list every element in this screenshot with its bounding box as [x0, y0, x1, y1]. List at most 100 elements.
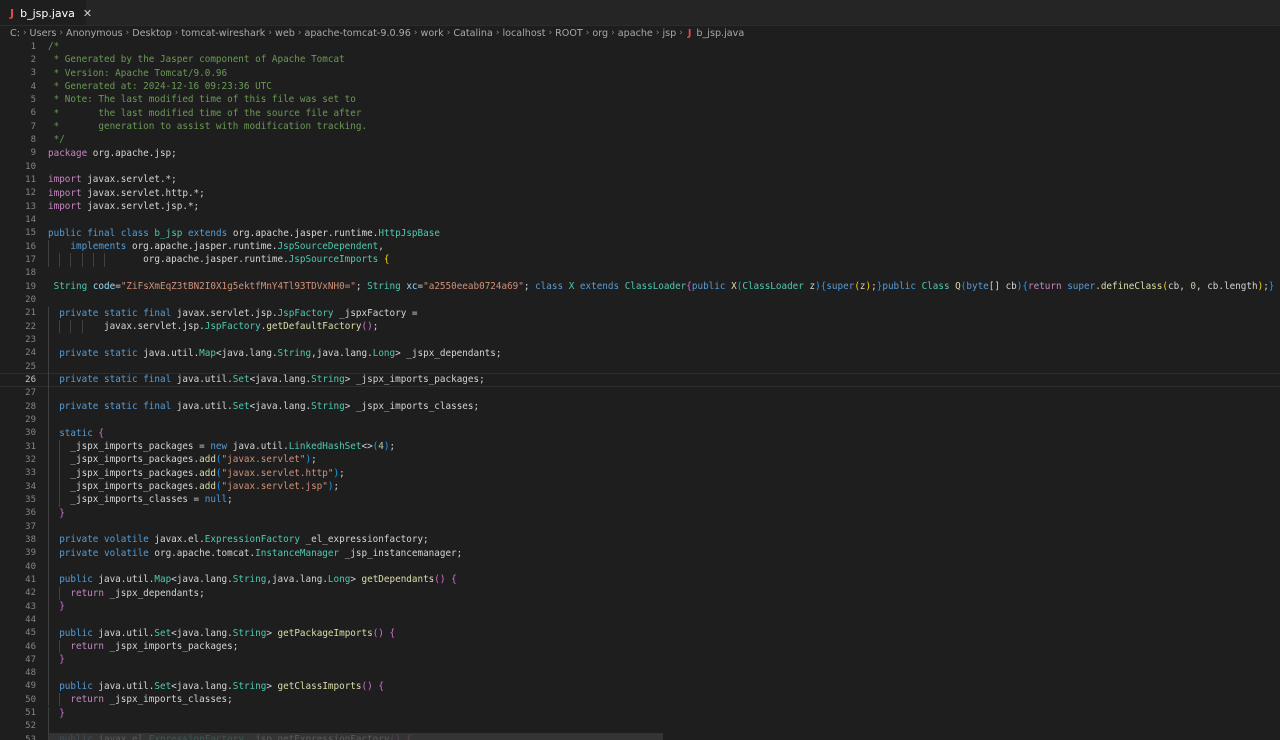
code-line[interactable]: 26 private static final java.util. Set <ja… [0, 373, 1280, 387]
code-line[interactable]: 27 [0, 386, 1280, 400]
code-line[interactable]: 32 _jspx_imports_packages. add("javax.ser… [0, 453, 1280, 467]
breadcrumb-item[interactable]: Catalina [453, 28, 493, 39]
line-number: 35 [25, 494, 36, 505]
line-number: 46 [25, 641, 36, 652]
code-line[interactable]: 42 return _jspx_dependants; [0, 586, 1280, 600]
code-token: HttpJspBase [378, 227, 440, 239]
breadcrumb-file[interactable]: b_jsp.java [696, 28, 744, 39]
code-line[interactable]: 21 private static final javax.servlet.js… [0, 306, 1280, 320]
code-line[interactable]: 1 /* [0, 40, 1280, 53]
code-line[interactable]: 49 public java.util. Set <java.lang. String… [0, 679, 1280, 694]
code-token: final [143, 307, 172, 319]
breadcrumb-item[interactable]: Anonymous [66, 28, 123, 39]
line-number: 22 [25, 321, 36, 332]
code-line[interactable]: 25 [0, 359, 1280, 374]
line-number: 38 [25, 534, 36, 545]
tab-b-jsp-java[interactable]: J b_jsp.java ✕ [0, 0, 92, 25]
breadcrumb-item[interactable]: C: [10, 28, 20, 39]
code-line[interactable]: 39 private volatile org.apache.tomcat. In… [0, 546, 1280, 560]
breadcrumb-item[interactable]: ROOT [555, 28, 583, 39]
code-line[interactable]: 50 return _jspx_imports_classes; [0, 693, 1280, 707]
code-line[interactable]: 24 private static java.util. Map <java.lan… [0, 346, 1280, 360]
breadcrumb-item[interactable]: tomcat-wireshark [181, 28, 265, 39]
code-line[interactable]: 13 import javax.servlet.jsp.*; [0, 200, 1280, 213]
code-token: * Note: The last modified time of this f… [48, 94, 356, 106]
code-line[interactable]: 40 [0, 559, 1280, 574]
code-line[interactable]: 10 [0, 160, 1280, 173]
breadcrumb-item[interactable]: jsp [662, 28, 676, 39]
breadcrumb-item[interactable]: Desktop [132, 28, 172, 39]
code-line[interactable]: 36 } [0, 506, 1280, 520]
code-token: javax.servlet.http.*; [81, 187, 205, 199]
code-line[interactable]: 34 _jspx_imports_packages. add("javax.ser… [0, 479, 1280, 494]
code-line[interactable]: 48 [0, 666, 1280, 680]
breadcrumb-item[interactable]: work [420, 28, 443, 39]
code-text: org.apache.jasper.runtime. JspSourceImpor… [48, 253, 389, 266]
code-line[interactable]: 5 * Note: The last modified time of this… [0, 93, 1280, 106]
code-line[interactable]: 4 * Generated at: 2024-12-16 09:23:36 UT… [0, 80, 1280, 93]
breadcrumb-item[interactable]: web [275, 28, 295, 39]
breadcrumb-item[interactable]: Users [30, 28, 57, 39]
code-line[interactable]: 37 [0, 519, 1280, 534]
line-number: 49 [25, 681, 36, 692]
code-line[interactable]: 52 [0, 719, 1280, 734]
code-line[interactable]: 51 } [0, 706, 1280, 720]
code-line[interactable]: 35 _jspx_imports_classes = null; [0, 493, 1280, 507]
close-icon[interactable]: ✕ [83, 7, 92, 20]
horizontal-scrollbar[interactable] [48, 733, 663, 740]
code-line[interactable]: 47 } [0, 653, 1280, 667]
code-line[interactable]: 43 } [0, 599, 1280, 614]
line-number: 12 [25, 188, 36, 199]
code-line[interactable]: 18 [0, 267, 1280, 280]
code-line[interactable]: 31 _jspx_imports_packages = new java.uti… [0, 439, 1280, 454]
code-token: _jspxFactory = [333, 307, 418, 319]
breadcrumb-item[interactable]: apache [618, 28, 653, 39]
breadcrumb-item[interactable]: org [592, 28, 608, 39]
code-token: * the last modified time of the source f… [48, 107, 362, 119]
code-line[interactable]: 14 [0, 213, 1280, 226]
code-text: private static final java.util. Set <java.… [48, 373, 484, 386]
code-line[interactable]: 44 [0, 613, 1280, 627]
code-line[interactable]: 38 private volatile javax.el. ExpressionF… [0, 533, 1280, 547]
code-token: extends [579, 281, 620, 293]
indent-guide [48, 559, 49, 574]
code-line[interactable]: 6 * the last modified time of the source… [0, 107, 1280, 120]
code-line[interactable]: 11 import javax.servlet.*; [0, 173, 1280, 186]
code-token: { [98, 427, 105, 439]
code-line[interactable]: 20 [0, 293, 1280, 306]
code-line[interactable]: 23 [0, 333, 1280, 347]
line-number: 23 [25, 334, 36, 345]
code-line[interactable]: 28 private static final java.util. Set <ja… [0, 399, 1280, 414]
code-token: { [378, 680, 384, 692]
code-line[interactable]: 41 public java.util. Map <java.lang. String… [0, 573, 1280, 587]
code-token: _jspx_imports_classes; [103, 694, 233, 706]
breadcrumb-item[interactable]: apache-tomcat-9.0.96 [304, 28, 410, 39]
code-line[interactable]: 9 package org.apache.jsp; [0, 147, 1280, 160]
code-token: _jspx_imports_packages = [48, 441, 211, 453]
code-text: /* [48, 40, 59, 53]
code-line[interactable]: 12 import javax.servlet.http.*; [0, 187, 1280, 200]
code-text: } [48, 600, 65, 613]
code-line[interactable]: 29 [0, 413, 1280, 427]
code-line[interactable]: 19 String code = "ZiFsXmEqZ3tBN2I0X1g5ektf… [0, 280, 1280, 293]
line-number: 21 [25, 308, 36, 319]
code-line[interactable]: 45 public java.util. Set <java.lang. String… [0, 626, 1280, 640]
line-number: 20 [25, 294, 36, 305]
code-line[interactable]: 30 static { [0, 426, 1280, 440]
code-line[interactable]: 16 implements org.apache.jasper.runtime.… [0, 239, 1280, 254]
code-line[interactable]: 2 * Generated by the Jasper component of… [0, 53, 1280, 66]
code-line[interactable]: 22 javax.servlet.jsp. JspFactory. getDefau… [0, 319, 1280, 334]
code-text: * generation to assist with modification… [48, 120, 367, 133]
code-line[interactable]: 3 * Version: Apache Tomcat/9.0.96 [0, 67, 1280, 80]
line-number: 1 [30, 41, 36, 52]
code-line[interactable]: 8 */ [0, 133, 1280, 146]
code-editor[interactable]: 1 /* 2 * Generated by the Jasper component… [0, 40, 1280, 740]
code-token: InstanceManager [255, 547, 340, 559]
code-line[interactable]: 46 return _jspx_imports_packages; [0, 639, 1280, 654]
code-line[interactable]: 33 _jspx_imports_packages. add("javax.ser… [0, 466, 1280, 480]
code-line[interactable]: 7 * generation to assist with modificati… [0, 120, 1280, 133]
code-line[interactable]: 17 org.apache.jasper.runtime. JspSourceIm… [0, 253, 1280, 267]
code-line[interactable]: 15 public final class b_jsp extends org.a… [0, 227, 1280, 240]
breadcrumb-item[interactable]: localhost [502, 28, 545, 39]
